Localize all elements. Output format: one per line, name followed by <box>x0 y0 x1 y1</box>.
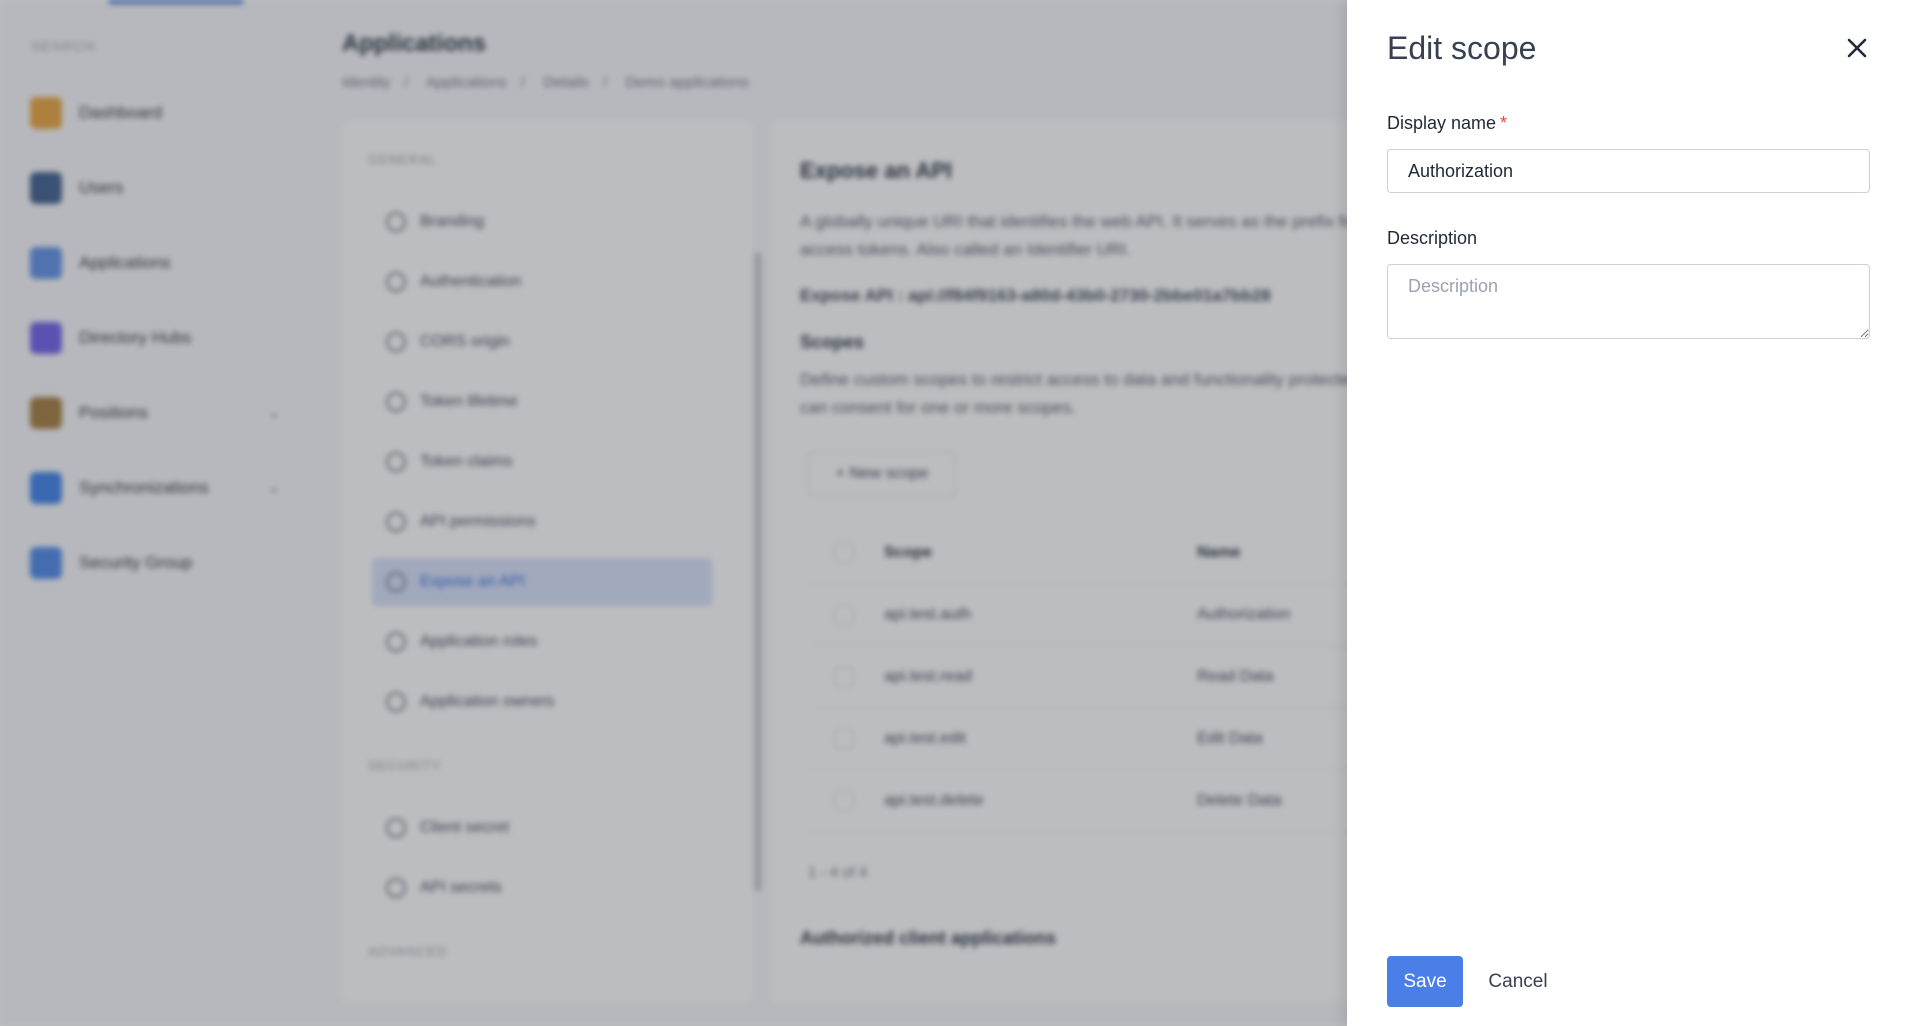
display-name-input[interactable] <box>1387 149 1870 193</box>
edit-scope-drawer: Edit scope Display name* Description Sav… <box>1347 0 1916 1026</box>
required-marker: * <box>1500 113 1508 133</box>
display-name-label-text: Display name <box>1387 113 1497 133</box>
drawer-title: Edit scope <box>1387 30 1537 66</box>
description-label: Description <box>1387 228 1478 248</box>
display-name-label: Display name * <box>1387 113 1507 134</box>
cancel-button[interactable]: Cancel <box>1479 956 1557 1007</box>
save-button[interactable]: Save <box>1387 956 1463 1007</box>
close-icon <box>1847 38 1867 58</box>
close-button[interactable] <box>1837 28 1877 68</box>
description-textarea[interactable] <box>1387 264 1870 339</box>
